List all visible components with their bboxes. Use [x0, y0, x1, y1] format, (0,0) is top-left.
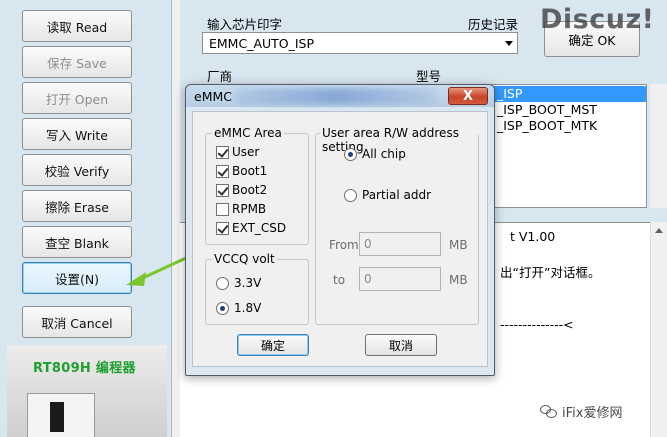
log-scrollbar[interactable]	[650, 222, 667, 437]
history-label: 历史记录	[468, 17, 519, 32]
checkbox-label: Boot2	[232, 183, 268, 197]
model-list-scrollbar[interactable]	[650, 84, 667, 208]
erase-button[interactable]: 擦除 Erase	[22, 190, 132, 222]
zif-socket-image	[27, 393, 95, 437]
footer-watermark: iFix爱修网	[540, 402, 622, 421]
log-line: 出“打开”对话框。	[500, 265, 601, 280]
title-redaction-blur	[236, 88, 436, 104]
checkbox-ext-csd[interactable]: EXT_CSD	[216, 220, 286, 236]
programmer-photo: RT809H 编程器	[7, 345, 167, 437]
emmc-area-title: eMMC Area	[212, 126, 284, 140]
dialog-body: eMMC Area User Boot1 Boot2 RPMB EXT_CSD …	[192, 111, 488, 367]
vccq-volt-group: VCCQ volt 3.3V 1.8V	[205, 252, 309, 325]
open-button[interactable]: 打开 Open	[22, 82, 132, 114]
close-icon: X	[462, 88, 474, 104]
to-address-input[interactable]: 0	[359, 267, 441, 291]
from-address-input[interactable]: 0	[359, 232, 441, 256]
log-line: --------------<	[500, 317, 574, 332]
model-label: 型号	[416, 69, 442, 84]
radio-label: Partial addr	[362, 188, 432, 202]
radio-3v3[interactable]: 3.3V	[216, 275, 261, 291]
save-button[interactable]: 保存 Save	[22, 46, 132, 78]
write-button[interactable]: 写入 Write	[22, 118, 132, 150]
dropdown-arrow-icon[interactable]	[505, 41, 513, 46]
dialog-title: eMMC	[194, 89, 232, 104]
wechat-icon	[540, 404, 558, 419]
emmc-area-group: eMMC Area User Boot1 Boot2 RPMB EXT_CSD	[205, 126, 309, 245]
radio-partial-addr[interactable]: Partial addr	[344, 187, 431, 203]
ok-button[interactable]: 确定	[237, 334, 309, 356]
socket-handle	[50, 402, 64, 432]
scroll-up-arrow-icon[interactable]	[655, 228, 663, 233]
chip-marking-label: 输入芯片印字	[207, 17, 283, 32]
radio-button[interactable]	[216, 276, 229, 290]
checkbox-label: Boot1	[232, 164, 268, 178]
radio-label: All chip	[362, 147, 406, 161]
checkbox-box[interactable]	[216, 183, 229, 197]
checkbox-label: EXT_CSD	[232, 221, 287, 235]
to-unit-label: MB	[449, 273, 468, 287]
checkbox-user[interactable]: User	[216, 144, 259, 160]
rw-address-group: User area R/W address setting All chip P…	[315, 126, 479, 325]
checkbox-box[interactable]	[216, 202, 229, 216]
checkbox-rpmb[interactable]: RPMB	[216, 201, 266, 217]
product-label: RT809H 编程器	[33, 361, 136, 376]
log-line: t V1.00	[510, 229, 556, 244]
cancel-button[interactable]: 取消 Cancel	[22, 306, 132, 338]
vendor-label: 厂商	[207, 69, 233, 84]
from-label: From	[329, 238, 359, 252]
from-unit-label: MB	[449, 238, 468, 252]
checkbox-label: User	[232, 145, 260, 159]
checkbox-boot2[interactable]: Boot2	[216, 182, 267, 198]
emmc-settings-dialog: eMMC X eMMC Area User Boot1 Boot2 RPMB E…	[185, 84, 495, 376]
cancel-dialog-button[interactable]: 取消	[365, 334, 437, 356]
radio-label: 3.3V	[234, 276, 262, 290]
checkbox-box[interactable]	[216, 145, 229, 159]
left-button-panel: 读取 Read 保存 Save 打开 Open 写入 Write 校验 Veri…	[0, 0, 172, 437]
checkbox-box[interactable]	[216, 221, 229, 235]
dialog-titlebar[interactable]: eMMC X	[186, 85, 494, 107]
checkbox-label: RPMB	[232, 202, 267, 216]
radio-all-chip[interactable]: All chip	[344, 146, 406, 162]
to-label: to	[333, 273, 346, 287]
chip-marking-combobox[interactable]: EMMC_AUTO_ISP	[202, 32, 518, 54]
verify-button[interactable]: 校验 Verify	[22, 154, 132, 186]
footer-watermark-text: iFix爱修网	[562, 406, 623, 421]
vccq-volt-title: VCCQ volt	[212, 252, 277, 266]
close-button[interactable]: X	[448, 87, 488, 105]
radio-button[interactable]	[344, 147, 357, 161]
pointer-arrow-icon	[126, 256, 188, 286]
read-button[interactable]: 读取 Read	[22, 10, 132, 42]
radio-button[interactable]	[216, 301, 229, 315]
checkbox-box[interactable]	[216, 164, 229, 178]
checkbox-boot1[interactable]: Boot1	[216, 163, 267, 179]
forum-watermark: Discuz!	[540, 4, 655, 35]
radio-button[interactable]	[344, 188, 357, 202]
radio-label: 1.8V	[234, 301, 262, 315]
chip-marking-value: EMMC_AUTO_ISP	[209, 35, 315, 51]
radio-1v8[interactable]: 1.8V	[216, 300, 261, 316]
